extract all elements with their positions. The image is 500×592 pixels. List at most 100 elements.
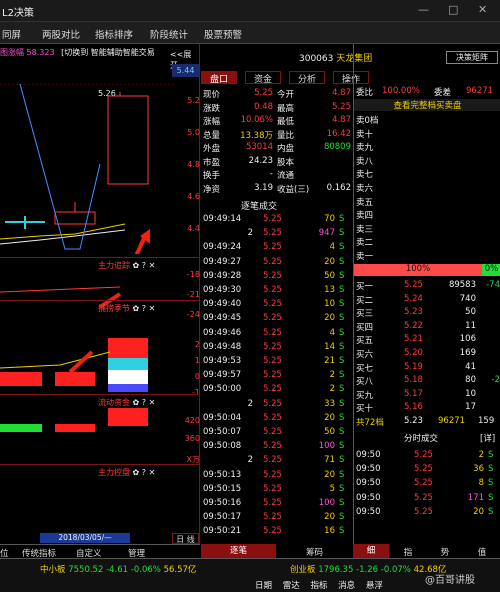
tab-ticks[interactable]: 逐笔 bbox=[201, 544, 276, 558]
minute-price: 5.25 bbox=[414, 464, 433, 475]
index-sme[interactable]: 中小板 7550.52 -4.61 -0.06% 56.57亿 bbox=[40, 563, 196, 575]
decision-matrix-button[interactable]: 决策矩阵 bbox=[446, 51, 498, 64]
tick-price: 5.25 bbox=[263, 469, 282, 480]
buy-level-label: 买九 bbox=[356, 390, 374, 401]
tick-volume: 33 bbox=[324, 398, 335, 409]
ma-line bbox=[0, 223, 126, 240]
quote-label: 换手 bbox=[203, 171, 221, 181]
radar-tool[interactable]: 雷达 bbox=[283, 581, 300, 591]
quote-value: 0.162 bbox=[326, 182, 351, 193]
tab-detail[interactable]: 细 bbox=[353, 544, 389, 558]
menu-item-stats[interactable]: 阶段统计 bbox=[150, 27, 188, 41]
maximize-button[interactable]: □ bbox=[448, 3, 458, 16]
tick-side: S bbox=[339, 270, 345, 281]
tick-volume: 21 bbox=[324, 356, 335, 366]
tab-value[interactable]: 值 bbox=[464, 546, 500, 558]
tab-index[interactable]: 指 bbox=[390, 546, 426, 558]
message-tool[interactable]: 消息 bbox=[338, 581, 355, 591]
indicator-value: 58.323 bbox=[26, 48, 55, 57]
buy-volume: 41 bbox=[465, 361, 476, 372]
quote-label: 量比 bbox=[277, 130, 295, 141]
tick-time: 09:50:13 bbox=[203, 469, 242, 480]
menu-item-same-screen[interactable]: 同屏 bbox=[2, 27, 21, 41]
buy-volume: 740 bbox=[459, 293, 476, 304]
minute-time: 09:50 bbox=[356, 464, 381, 475]
tick-side: S bbox=[339, 412, 345, 423]
buy-change: -74 bbox=[486, 280, 500, 290]
full-book-link[interactable]: 查看完整档买卖盘 bbox=[354, 99, 500, 111]
close-button[interactable]: ✕ bbox=[478, 3, 487, 16]
bar bbox=[108, 408, 148, 426]
buy-price: 5.16 bbox=[404, 402, 423, 413]
tick-time: 09:49:46 bbox=[203, 327, 242, 338]
minute-title: 分时成交 bbox=[404, 434, 439, 444]
bar bbox=[108, 358, 148, 370]
minimize-button[interactable]: — bbox=[418, 3, 429, 16]
menu-item-alert[interactable]: 股票预警 bbox=[204, 27, 242, 41]
tick-side: S bbox=[339, 370, 345, 381]
tick-volume: 100 bbox=[318, 441, 335, 452]
tick-volume: 50 bbox=[324, 427, 335, 437]
tick-row: 09:49:24 5.25 4 S bbox=[201, 242, 353, 253]
buy-volume: 50 bbox=[465, 307, 476, 318]
tab-trend[interactable]: 势 bbox=[427, 546, 463, 558]
tick-price: 5.25 bbox=[263, 356, 282, 366]
tick-volume: 4 bbox=[329, 327, 335, 338]
minute-side: S bbox=[488, 450, 494, 460]
buy-level-row: 买四 5.22 11 bbox=[354, 321, 500, 333]
tick-row: 09:50:16 5.25 100 S bbox=[201, 498, 353, 509]
buy-level-label: 买七 bbox=[356, 363, 374, 374]
tick-volume: 20 bbox=[324, 469, 335, 480]
quote-label: 涨幅 bbox=[203, 117, 221, 127]
sell-level-6: 卖七 bbox=[356, 170, 374, 181]
tick-time: 09:49:45 bbox=[203, 313, 242, 324]
buy-volume: 89583 bbox=[448, 280, 476, 290]
tick-volume: 20 bbox=[324, 313, 335, 324]
tick-volume: 20 bbox=[324, 412, 335, 423]
buy-level-label: 买二 bbox=[356, 295, 374, 306]
buy-volume: 169 bbox=[459, 348, 476, 358]
buy-volume: 10 bbox=[465, 388, 476, 399]
tick-price: 5.25 bbox=[263, 526, 282, 537]
tick-volume: 16 bbox=[324, 526, 335, 537]
smart-link[interactable]: [切换到 智能辅助智能交易 bbox=[61, 48, 155, 57]
tick-time: 09:50:17 bbox=[203, 512, 242, 523]
menu-item-ranking[interactable]: 指标排序 bbox=[95, 27, 133, 41]
tick-row: 09:49:28 5.25 50 S bbox=[201, 271, 353, 282]
tick-volume: 2 bbox=[329, 384, 335, 395]
tick-row: 09:49:40 5.25 10 S bbox=[201, 299, 353, 310]
tick-row: 09:49:53 5.25 21 S bbox=[201, 356, 353, 367]
indicator-tool[interactable]: 指标 bbox=[310, 581, 327, 591]
quote-label: 最高 bbox=[277, 103, 295, 114]
tick-row: 09:49:45 5.25 20 S bbox=[201, 313, 353, 324]
period-tab[interactable]: 日 线 bbox=[172, 533, 199, 544]
detail-link[interactable]: [详] bbox=[480, 432, 495, 444]
menu-item-compare[interactable]: 两股对比 bbox=[42, 27, 80, 41]
index-gem[interactable]: 创业板 1796.35 -1.26 -0.07% 42.68亿 bbox=[290, 563, 446, 575]
buy-price: 5.18 bbox=[404, 375, 423, 386]
tab-chips[interactable]: 筹码 bbox=[277, 546, 352, 558]
tick-side: S bbox=[339, 398, 345, 409]
ticks-title: 逐笔成交 bbox=[241, 202, 278, 212]
tick-time: 09:49:30 bbox=[203, 285, 242, 295]
date-tool[interactable]: 日期 bbox=[255, 581, 272, 591]
tick-price: 5.25 bbox=[263, 483, 282, 494]
tab-funds[interactable]: 资金 bbox=[245, 71, 281, 85]
bid-ask-bar-ask: 0% bbox=[482, 264, 500, 276]
tab-order-book[interactable]: 盘口 bbox=[201, 71, 237, 85]
tick-side: S bbox=[339, 313, 345, 324]
tick-row: 09:49:30 5.25 13 S bbox=[201, 285, 353, 296]
tick-price: 5.25 bbox=[263, 370, 282, 381]
tick-volume: 947 bbox=[318, 228, 335, 239]
tick-side: S bbox=[339, 341, 345, 352]
quote-label: 今开 bbox=[277, 90, 295, 100]
chart-area[interactable]: 图涨幅 58.323 [切换到 智能辅助智能交易 <<展开 5.44 5.26 … bbox=[0, 44, 200, 544]
quote-label: 股本 bbox=[277, 157, 295, 168]
capital-chart bbox=[0, 408, 148, 432]
minute-volume: 171 bbox=[467, 492, 484, 503]
minute-volume: 20 bbox=[473, 506, 484, 517]
tab-analysis[interactable]: 分析 bbox=[289, 71, 325, 85]
float-tool[interactable]: 悬浮 bbox=[366, 581, 383, 591]
title-bar: L2决策 — □ ✕ bbox=[0, 0, 500, 22]
quote-label: 总量 bbox=[203, 130, 221, 141]
